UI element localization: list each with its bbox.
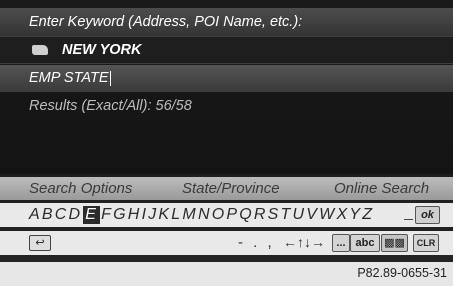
results-count: Results (Exact/All): 56/58 [29, 98, 192, 114]
key-m[interactable]: M [182, 206, 198, 224]
letter-keys: ABCDEFGHIJKLMNOPQRSTUVWXYZ [29, 203, 374, 227]
figure-caption: P82.89-0655-31 [357, 266, 447, 280]
abc-button[interactable]: abc [350, 234, 380, 252]
key-g[interactable]: G [113, 206, 128, 224]
arrow-keys[interactable]: ←↑↓→ [283, 234, 325, 250]
us-flag-icon [32, 45, 48, 55]
key-y[interactable]: Y [349, 206, 362, 224]
key-o[interactable]: O [212, 206, 227, 224]
more-chars-button[interactable]: ... [332, 234, 350, 252]
state-province-button[interactable]: State/Province [182, 180, 280, 197]
key-w[interactable]: W [319, 206, 336, 224]
keyword-input-value: EMP STATE [29, 70, 111, 86]
back-icon[interactable]: ↩ [29, 235, 51, 251]
key-n[interactable]: N [198, 206, 212, 224]
key-r[interactable]: R [254, 206, 268, 224]
key-z[interactable]: Z [362, 206, 374, 224]
keyword-prompt: Enter Keyword (Address, POI Name, etc.): [29, 14, 303, 30]
keyword-input[interactable]: EMP STATE [0, 65, 453, 92]
state-row[interactable]: NEW YORK [0, 37, 453, 64]
punctuation-keys[interactable]: - . , [238, 234, 275, 251]
key-l[interactable]: L [171, 206, 182, 224]
key-a[interactable]: A [29, 206, 42, 224]
clear-button[interactable]: CLR [413, 234, 439, 252]
search-options-button[interactable]: Search Options [29, 180, 132, 197]
key-h[interactable]: H [128, 206, 142, 224]
key-p[interactable]: P [226, 206, 239, 224]
key-v[interactable]: V [306, 206, 319, 224]
key-x[interactable]: X [336, 206, 349, 224]
options-bar: Search Options State/Province Online Sea… [0, 177, 453, 200]
key-q[interactable]: Q [239, 206, 254, 224]
control-row: ↩ - . , ←↑↓→ ... abc ▩▩ CLR [0, 231, 453, 255]
state-name: NEW YORK [62, 42, 142, 58]
letter-keyboard: ABCDEFGHIJKLMNOPQRSTUVWXYZ ok [0, 203, 453, 227]
key-c[interactable]: C [55, 206, 69, 224]
key-b[interactable]: B [42, 206, 55, 224]
key-t[interactable]: T [281, 206, 293, 224]
key-j[interactable]: J [148, 206, 158, 224]
text-cursor [109, 70, 111, 86]
online-search-button[interactable]: Online Search [334, 180, 429, 197]
key-s[interactable]: S [268, 206, 281, 224]
special-chars-icon[interactable]: ▩▩ [381, 234, 408, 252]
ok-button[interactable]: ok [415, 206, 440, 224]
results-row[interactable]: Results (Exact/All): 56/58 [0, 93, 453, 119]
header-row: Enter Keyword (Address, POI Name, etc.): [0, 8, 453, 37]
key-u[interactable]: U [293, 206, 307, 224]
key-d[interactable]: D [69, 206, 83, 224]
space-key[interactable] [404, 219, 413, 220]
key-e[interactable]: E [83, 206, 101, 224]
key-k[interactable]: K [158, 206, 171, 224]
key-f[interactable]: F [101, 206, 113, 224]
